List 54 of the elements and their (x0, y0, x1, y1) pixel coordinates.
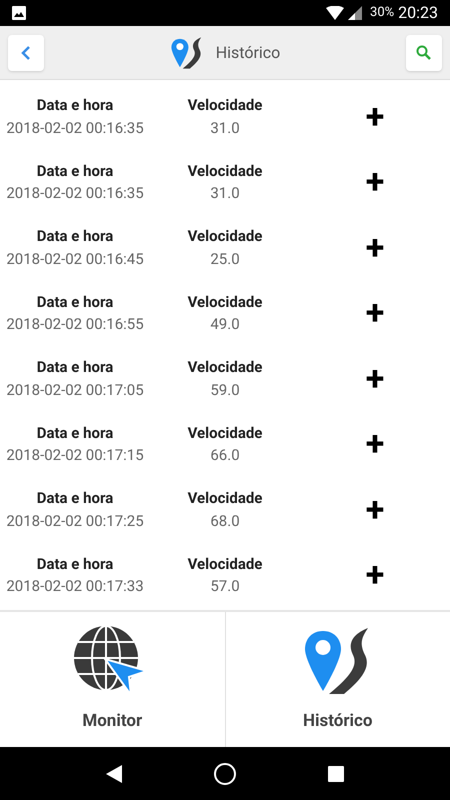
date-label: Data e hora (36, 160, 114, 182)
date-value: 2018-02-02 00:17:05 (6, 380, 144, 401)
speed-label: Velocidade (188, 422, 262, 444)
date-value: 2018-02-02 00:16:55 (6, 314, 144, 336)
expand-button[interactable]: + (366, 100, 384, 134)
speed-value: 59.0 (210, 380, 240, 401)
expand-button[interactable]: + (366, 427, 384, 462)
speed-label: Velocidade (188, 488, 262, 510)
clock: 20:23 (398, 2, 438, 24)
overview-square-icon[interactable] (328, 766, 344, 782)
speed-value: 31.0 (210, 183, 240, 204)
signal-icon (348, 6, 362, 20)
speed-value: 68.0 (210, 510, 240, 532)
speed-label: Velocidade (188, 226, 262, 248)
expand-button[interactable]: + (366, 165, 384, 200)
search-button[interactable] (406, 34, 442, 70)
speed-value: 66.0 (210, 445, 240, 466)
date-label: Data e hora (36, 422, 114, 444)
wifi-icon (326, 6, 344, 20)
speed-value: 31.0 (210, 118, 240, 139)
window-title: Histórico (216, 42, 280, 64)
date-label: Data e hora (36, 292, 114, 313)
date-label: Data e hora (36, 226, 114, 248)
home-circle-icon[interactable] (212, 762, 237, 786)
date-value: 2018-02-02 00:17:33 (6, 576, 144, 598)
date-value: 2018-02-02 00:16:35 (6, 183, 144, 204)
date-label: Data e hora (36, 95, 114, 116)
speed-label: Velocidade (188, 292, 262, 313)
speed-value: 25.0 (210, 248, 240, 270)
date-value: 2018-02-02 00:16:35 (6, 118, 144, 139)
expand-button[interactable]: + (366, 492, 384, 527)
battery-level: 30% (370, 4, 394, 22)
speed-label: Velocidade (188, 554, 262, 575)
speed-label: Velocidade (188, 160, 262, 182)
expand-button[interactable]: + (366, 558, 384, 592)
date-value: 2018-02-02 00:16:45 (6, 248, 144, 270)
search-icon (416, 44, 432, 60)
expand-button[interactable]: + (366, 362, 384, 396)
date-label: Data e hora (36, 357, 114, 378)
speed-label: Velocidade (188, 357, 262, 378)
expand-button[interactable]: + (366, 230, 384, 265)
back-triangle-icon[interactable] (106, 764, 122, 782)
speed-value: 57.0 (210, 576, 240, 598)
speed-label: Velocidade (188, 95, 262, 116)
expand-button[interactable]: + (366, 296, 384, 330)
back-icon (21, 44, 31, 60)
image-icon (12, 6, 26, 20)
date-label: Data e hora (36, 554, 114, 575)
app-logo-icon (170, 36, 204, 70)
date-value: 2018-02-02 00:17:15 (6, 445, 144, 466)
speed-value: 49.0 (210, 314, 240, 336)
date-value: 2018-02-02 00:17:25 (6, 510, 144, 532)
back-button[interactable] (8, 34, 44, 70)
date-label: Data e hora (36, 488, 114, 510)
